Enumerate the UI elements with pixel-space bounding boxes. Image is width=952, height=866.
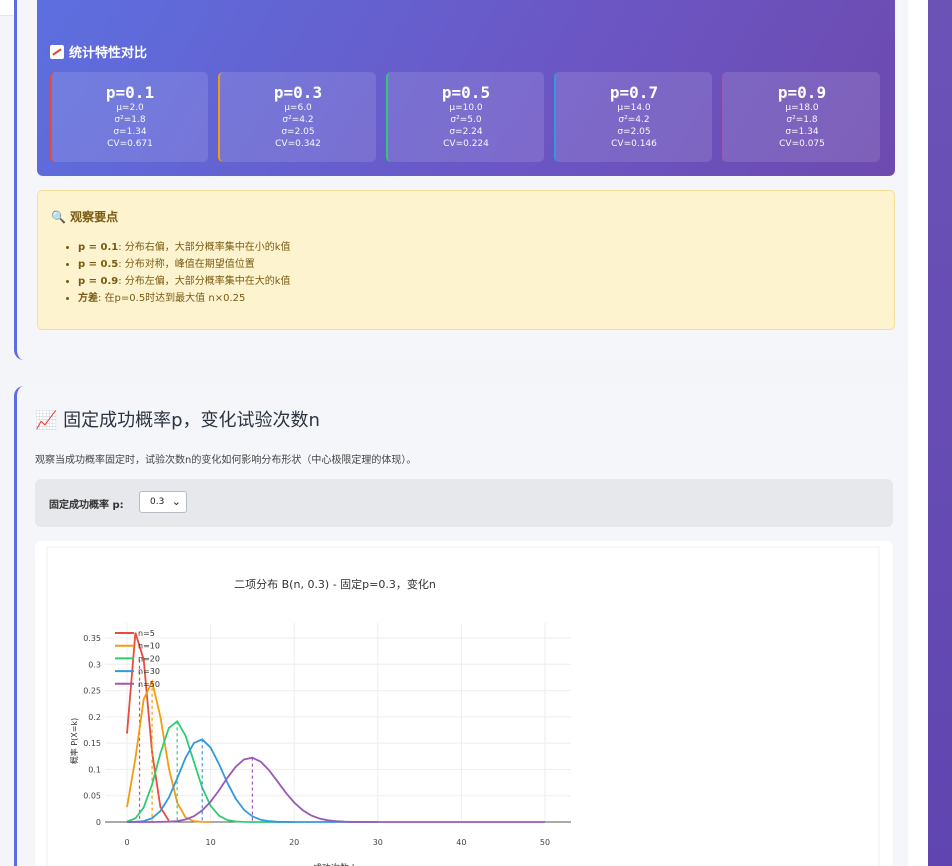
binomial-chart[interactable]: 二项分布 B(n, 0.3) - 固定p=0.3，变化n 0 10 20 30 40 50 0… bbox=[35, 541, 893, 866]
card-p-label: p=0.7 bbox=[609, 83, 659, 102]
card-std: σ=2.24 bbox=[449, 127, 483, 137]
card-std: σ=2.05 bbox=[617, 127, 651, 137]
card-mean: μ=6.0 bbox=[284, 103, 312, 113]
x-tick-label: 30 bbox=[373, 838, 383, 847]
stat-card: p=0.3 μ=6.0 σ²=4.2 σ=2.05 CV=0.342 bbox=[218, 72, 376, 162]
magnifier-icon: 🔍 bbox=[51, 210, 66, 224]
card-std: σ=2.05 bbox=[281, 127, 315, 137]
observation-box: 🔍 观察要点 p = 0.1: 分布右偏，大部分概率集中在小的k值p = 0.5… bbox=[37, 190, 895, 330]
card-p-label: p=0.3 bbox=[273, 83, 323, 102]
observation-text: : 分布右偏，大部分概率集中在小的k值 bbox=[118, 242, 291, 253]
observation-key: 方差 bbox=[78, 293, 98, 304]
card-std: σ=1.34 bbox=[785, 127, 819, 137]
y-tick-label: 0.3 bbox=[88, 660, 101, 669]
card-mean: μ=2.0 bbox=[116, 103, 144, 113]
card-p-label: p=0.1 bbox=[105, 83, 155, 102]
y-tick-label: 0.15 bbox=[83, 739, 101, 748]
chart-icon bbox=[50, 45, 64, 59]
card-cv: CV=0.075 bbox=[779, 139, 825, 149]
legend-label: n=30 bbox=[138, 667, 160, 676]
observation-text: : 分布左偏，大部分概率集中在大的k值 bbox=[118, 276, 291, 287]
observation-text: : 在p=0.5时达到最大值 n×0.25 bbox=[98, 293, 246, 304]
card-cv: CV=0.224 bbox=[443, 139, 489, 149]
card-std: σ=1.34 bbox=[113, 127, 147, 137]
chevron-down-icon: ⌄ bbox=[171, 495, 181, 508]
stat-card: p=0.7 μ=14.0 σ²=4.2 σ=2.05 CV=0.146 bbox=[554, 72, 712, 162]
card-cv: CV=0.146 bbox=[611, 139, 657, 149]
observation-item: p = 0.1: 分布右偏，大部分概率集中在小的k值 bbox=[78, 239, 291, 256]
legend-label: n=10 bbox=[138, 642, 160, 651]
y-tick-label: 0.25 bbox=[83, 687, 101, 696]
y-tick-label: 0.05 bbox=[83, 792, 101, 801]
observation-key: p = 0.9 bbox=[78, 276, 119, 287]
observation-item: p = 0.5: 分布对称，峰值在期望值位置 bbox=[78, 256, 291, 273]
p-select-label: 固定成功概率 p: bbox=[49, 500, 124, 511]
section-fixed-p: 📈 固定成功概率p，变化试验次数n 观察当成功概率固定时，试验次数n的变化如何影… bbox=[14, 386, 908, 866]
card-cv: CV=0.342 bbox=[275, 139, 321, 149]
observation-key: p = 0.5 bbox=[78, 259, 119, 270]
card-p-label: p=0.5 bbox=[441, 83, 491, 102]
legend-label: n=5 bbox=[138, 629, 155, 638]
card-mean: μ=10.0 bbox=[449, 103, 483, 113]
plot-container[interactable]: 二项分布 B(n, 0.3) - 固定p=0.3，变化n 0 10 20 30 40 50 0… bbox=[35, 541, 893, 866]
observation-title: 🔍 观察要点 bbox=[51, 210, 119, 224]
x-tick-label: 40 bbox=[456, 838, 466, 847]
x-tick-label: 0 bbox=[124, 838, 129, 847]
card-variance: σ²=1.8 bbox=[114, 115, 146, 125]
y-axis-label: 概率 P(X=k) bbox=[69, 718, 79, 764]
card-variance: σ²=4.2 bbox=[618, 115, 650, 125]
y-tick-label: 0.35 bbox=[83, 634, 101, 643]
legend-label: n=50 bbox=[138, 680, 160, 689]
section-title: 📈 固定成功概率p，变化试验次数n bbox=[35, 410, 320, 431]
plot-card bbox=[46, 546, 880, 866]
observation-key: p = 0.1 bbox=[78, 242, 119, 253]
chart-title: 二项分布 B(n, 0.3) - 固定p=0.3，变化n bbox=[234, 577, 436, 591]
stats-panel: 统计特性对比 p=0.1 μ=2.0 σ²=1.8 σ=1.34 CV=0.671 p=0… bbox=[37, 0, 895, 176]
card-mean: μ=18.0 bbox=[785, 103, 819, 113]
y-tick-label: 0.2 bbox=[88, 713, 101, 722]
stat-card: p=0.9 μ=18.0 σ²=1.8 σ=1.34 CV=0.075 bbox=[722, 72, 880, 162]
stats-title: 统计特性对比 bbox=[50, 42, 147, 61]
p-select[interactable]: 0.3 ⌄ bbox=[139, 491, 187, 513]
section-description: 观察当成功概率固定时，试验次数n的变化如何影响分布形状（中心极限定理的体现）。 bbox=[35, 455, 417, 466]
card-mean: μ=14.0 bbox=[617, 103, 651, 113]
observation-text: : 分布对称，峰值在期望值位置 bbox=[118, 259, 255, 270]
observation-item: 方差: 在p=0.5时达到最大值 n×0.25 bbox=[78, 290, 291, 307]
y-tick-label: 0.1 bbox=[88, 765, 101, 774]
observation-list: p = 0.1: 分布右偏，大部分概率集中在小的k值p = 0.5: 分布对称，… bbox=[78, 239, 291, 307]
card-variance: σ²=5.0 bbox=[450, 115, 482, 125]
page-gutter bbox=[908, 0, 928, 866]
card-variance: σ²=1.8 bbox=[786, 115, 818, 125]
section-p-comparison: 统计特性对比 p=0.1 μ=2.0 σ²=1.8 σ=1.34 CV=0.671 p=0… bbox=[14, 0, 908, 360]
observation-item: p = 0.9: 分布左偏，大部分概率集中在大的k值 bbox=[78, 273, 291, 290]
p-select-value: 0.3 bbox=[150, 497, 165, 507]
control-bar: 固定成功概率 p: 0.3 ⌄ bbox=[35, 479, 893, 527]
y-tick-label: 0 bbox=[96, 818, 101, 827]
stat-card: p=0.5 μ=10.0 σ²=5.0 σ=2.24 CV=0.224 bbox=[386, 72, 544, 162]
card-variance: σ²=4.2 bbox=[282, 115, 314, 125]
x-tick-label: 10 bbox=[206, 838, 216, 847]
card-cv: CV=0.671 bbox=[107, 139, 153, 149]
card-p-label: p=0.9 bbox=[777, 83, 827, 102]
x-tick-label: 20 bbox=[289, 838, 299, 847]
x-tick-label: 50 bbox=[540, 838, 550, 847]
stat-card: p=0.1 μ=2.0 σ²=1.8 σ=1.34 CV=0.671 bbox=[50, 72, 208, 162]
page-background-strip bbox=[928, 0, 952, 866]
legend-label: n=20 bbox=[138, 654, 160, 663]
